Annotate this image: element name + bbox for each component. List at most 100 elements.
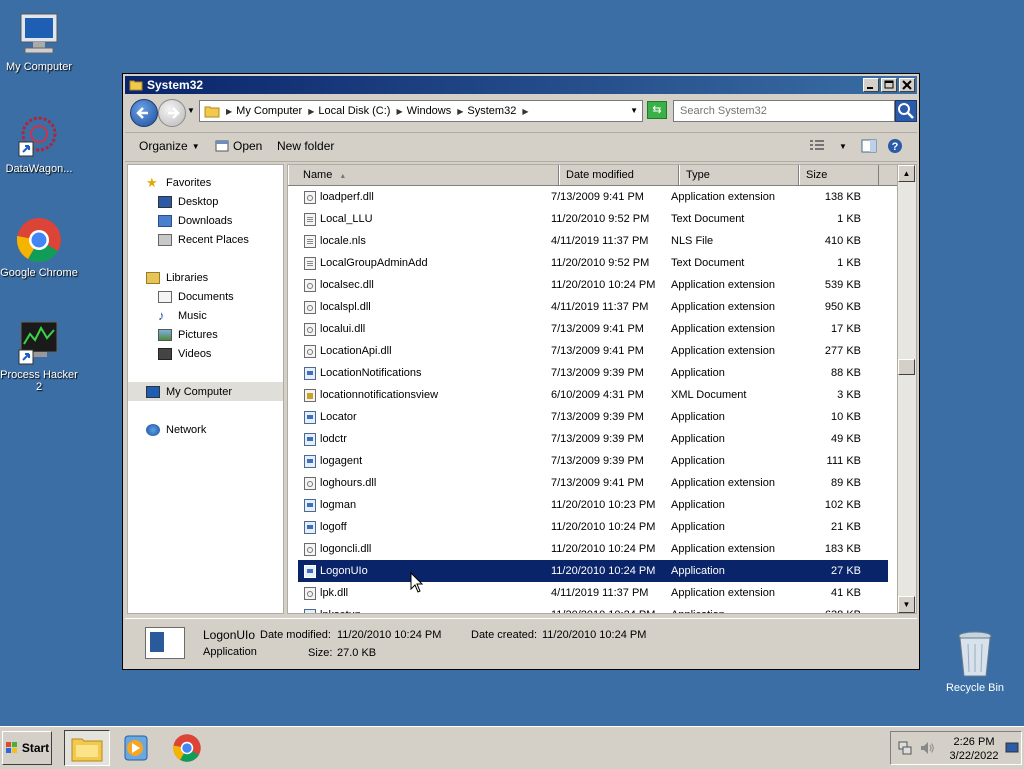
file-row[interactable]: locale.nls 4/11/2019 11:37 PM NLS File 410 … <box>298 230 888 252</box>
pictures-icon <box>158 328 172 341</box>
nav-item-network[interactable]: Network <box>128 420 283 439</box>
column-header-type[interactable]: Type <box>679 165 799 185</box>
nav-item-libraries[interactable]: Libraries <box>128 268 283 287</box>
file-row[interactable]: logagent 7/13/2009 9:39 PM Application 111 … <box>298 450 888 472</box>
network-status-icon[interactable] <box>897 740 913 756</box>
file-row[interactable]: localspl.dll 4/11/2019 11:37 PM Applicatio… <box>298 296 888 318</box>
nav-item-label: Downloads <box>178 214 233 227</box>
file-row[interactable]: logoff 11/20/2010 10:24 PM Application 21 K… <box>298 516 888 538</box>
column-header-date[interactable]: Date modified <box>559 165 679 185</box>
breadcrumb-item[interactable]: ▶ My Computer <box>226 105 302 117</box>
nav-item-recent-places[interactable]: Recent Places <box>128 230 283 249</box>
nav-item-documents[interactable]: Documents <box>128 287 283 306</box>
music-icon: ♪ <box>158 307 165 323</box>
file-date-cell: 11/20/2010 9:52 PM <box>551 213 650 225</box>
scroll-down-button[interactable]: ▼ <box>898 596 915 613</box>
scroll-thumb[interactable] <box>898 359 915 375</box>
file-name-cell: lpksetup <box>298 604 548 613</box>
file-row[interactable]: loadperf.dll 7/13/2009 9:41 PM Application… <box>298 186 888 208</box>
desktop-icon <box>158 195 172 208</box>
file-row[interactable]: locationnotificationsview 6/10/2009 4:31 … <box>298 384 888 406</box>
application-icon <box>304 454 316 468</box>
desktop-icon-google-chrome[interactable]: Google Chrome <box>0 216 78 279</box>
scroll-up-button[interactable]: ▲ <box>898 165 915 182</box>
breadcrumb-label: Local Disk (C:) <box>318 105 391 117</box>
file-row[interactable]: localui.dll 7/13/2009 9:41 PM Application … <box>298 318 888 340</box>
new-folder-button[interactable]: New folder <box>277 139 334 153</box>
nav-item-label: My Computer <box>166 385 233 398</box>
organize-button[interactable]: Organize ▼ <box>139 139 200 153</box>
details-date-created-label: Date created: <box>471 629 538 641</box>
file-row[interactable]: Local_LLU 11/20/2010 9:52 PM Text Document… <box>298 208 888 230</box>
start-button[interactable]: Start <box>2 731 52 765</box>
back-button[interactable] <box>130 99 158 127</box>
maximize-button[interactable] <box>881 78 897 92</box>
minimize-button[interactable] <box>863 78 879 92</box>
column-header-size[interactable]: Size <box>799 165 879 185</box>
file-name: loghours.dll <box>320 477 377 489</box>
forward-button[interactable] <box>158 99 186 127</box>
details-file-type: Application <box>203 646 257 658</box>
nav-item-my-computer[interactable]: My Computer <box>128 382 283 401</box>
file-date-cell: 4/11/2019 11:37 PM <box>551 301 649 313</box>
nav-item-music[interactable]: ♪ Music <box>128 306 283 325</box>
file-size-cell: 88 KB <box>831 367 861 379</box>
file-row[interactable]: logoncli.dll 11/20/2010 10:24 PM Applicati… <box>298 538 888 560</box>
file-date-cell: 11/20/2010 10:24 PM <box>551 279 656 291</box>
file-name-cell: logagent <box>298 450 548 472</box>
help-button[interactable]: ? <box>887 138 903 154</box>
file-row[interactable]: localsec.dll 11/20/2010 10:24 PM Applicati… <box>298 274 888 296</box>
nav-item-videos[interactable]: Videos <box>128 344 283 363</box>
title-bar[interactable]: System32 <box>125 76 917 94</box>
taskbar-explorer-button[interactable] <box>64 730 110 766</box>
computer-icon <box>146 385 160 398</box>
file-name-cell: Locator <box>298 406 548 428</box>
taskbar-media-player-button[interactable] <box>112 730 158 766</box>
column-header-name[interactable]: Name ▲ <box>288 165 559 185</box>
explorer-window[interactable]: System32 ▼ ▶ My Computer ▶ Local Disk (C… <box>122 73 920 670</box>
file-row[interactable]: lpk.dll 4/11/2019 11:37 PM Application ext… <box>298 582 888 604</box>
file-row[interactable]: loghours.dll 7/13/2009 9:41 PM Application… <box>298 472 888 494</box>
address-bar[interactable]: ▶ My Computer ▶ Local Disk (C:) ▶ Windows ▶… <box>199 100 643 122</box>
nav-item-favorites[interactable]: ★ Favorites <box>128 173 283 192</box>
file-row[interactable]: LocationNotifications 7/13/2009 9:39 PM Ap… <box>298 362 888 384</box>
file-row[interactable]: lpksetup 11/20/2010 10:24 PMApplication63… <box>298 604 888 613</box>
preview-pane-button[interactable] <box>861 139 877 153</box>
file-date-cell: 11/20/2010 9:52 PM <box>551 257 650 269</box>
nav-item-pictures[interactable]: Pictures <box>128 325 283 344</box>
breadcrumb-item[interactable]: ▶ Local Disk (C:) <box>308 105 390 117</box>
volume-icon[interactable] <box>919 740 935 756</box>
file-row[interactable]: logman 11/20/2010 10:23 PM Application 102 … <box>298 494 888 516</box>
desktop-icon-recycle-bin[interactable]: Recycle Bin <box>944 630 1006 694</box>
breadcrumb-item[interactable]: ▶ Windows <box>396 105 451 117</box>
recent-pages-dropdown[interactable]: ▼ <box>187 106 195 115</box>
clock[interactable]: 2:26 PM 3/22/2022 <box>941 735 1007 763</box>
chrome-icon <box>17 218 61 262</box>
show-desktop-icon[interactable] <box>1005 742 1019 754</box>
open-button[interactable]: Open <box>215 139 262 153</box>
dll-file-icon <box>304 278 316 292</box>
nav-item-desktop[interactable]: Desktop <box>128 192 283 211</box>
search-button[interactable] <box>895 100 917 122</box>
breadcrumb-item[interactable]: ▶ <box>522 107 532 116</box>
taskbar-chrome-button[interactable] <box>164 730 210 766</box>
close-button[interactable] <box>899 78 915 92</box>
desktop-icon-datawagon[interactable]: DataWagon... <box>0 112 78 175</box>
vertical-scrollbar[interactable]: ▲ ▼ <box>897 165 916 613</box>
breadcrumb-item[interactable]: ▶ System32 <box>457 105 516 117</box>
file-row[interactable]: LogonUIo 11/20/2010 10:24 PM Application 27… <box>298 560 888 582</box>
address-dropdown-icon[interactable]: ▼ <box>630 106 638 115</box>
file-row[interactable]: LocalGroupAdminAdd 11/20/2010 9:52 PM Text… <box>298 252 888 274</box>
search-input[interactable] <box>673 100 895 122</box>
file-name: LocalGroupAdminAdd <box>320 257 428 269</box>
nav-item-downloads[interactable]: Downloads <box>128 211 283 230</box>
desktop-icon-my-computer[interactable]: My Computer <box>0 10 78 73</box>
file-row[interactable]: lodctr 7/13/2009 9:39 PM Application 49 KB <box>298 428 888 450</box>
file-row[interactable]: LocationApi.dll 7/13/2009 9:41 PM Applicat… <box>298 340 888 362</box>
refresh-button[interactable]: ⇆ <box>647 101 667 119</box>
file-row[interactable]: Locator 7/13/2009 9:39 PM Application 10 KB <box>298 406 888 428</box>
network-icon <box>146 423 160 436</box>
desktop-icon-process-hacker[interactable]: Process Hacker 2 <box>0 318 78 393</box>
view-options-button[interactable]: ▼ <box>809 139 847 153</box>
file-name: lpksetup <box>320 604 361 613</box>
